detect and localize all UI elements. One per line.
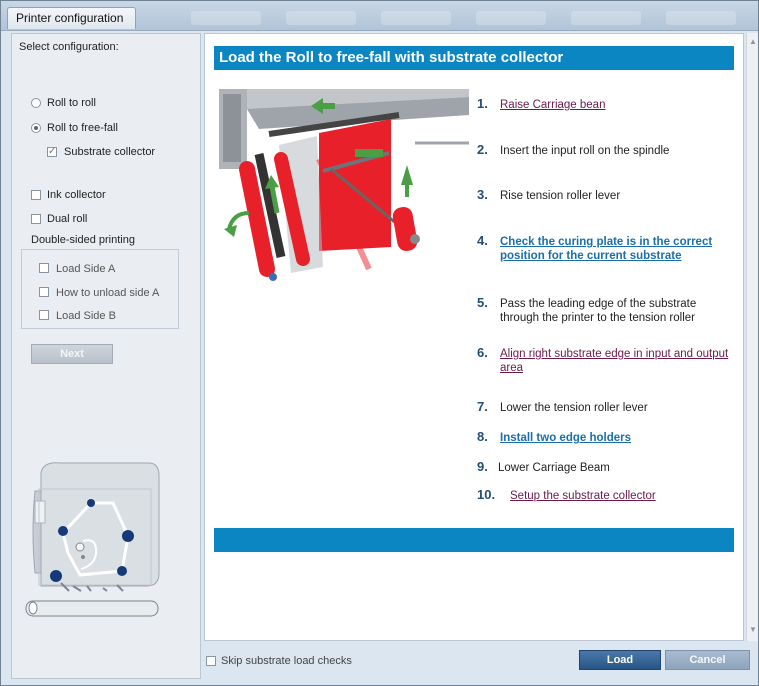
instruction-header: Load the Roll to free-fall with substrat… [214,46,734,70]
step-7-number: 7. [477,399,488,414]
load-side-a-label: Load Side A [56,263,116,275]
window-title: Printer configuration [7,7,137,29]
background-tab [666,11,736,25]
background-tab [381,11,451,25]
step-9-text: Lower Carriage Beam [498,462,610,474]
scroll-up-icon[interactable]: ▲ [749,37,757,46]
background-tab [476,11,546,25]
substrate-collector-checkbox[interactable] [47,147,57,157]
step-10-link[interactable]: Setup the substrate collector [510,489,656,503]
double-sided-printing-label: Double-sided printing [31,234,135,246]
step-1-number: 1. [477,96,488,111]
step-2-text: Insert the input roll on the spindle [500,145,670,157]
roll-loading-photo [219,89,469,283]
background-tab [571,11,641,25]
step-9-number: 9. [477,459,488,474]
roll-to-free-fall-label: Roll to free-fall [47,122,118,134]
step-8-number: 8. [477,429,488,444]
unload-side-a-label: How to unload side A [56,287,160,299]
step-3-number: 3. [477,187,488,202]
ink-collector-checkbox[interactable] [31,190,41,200]
load-side-b-label: Load Side B [56,310,116,322]
cancel-button[interactable]: Cancel [665,650,750,670]
background-tab [191,11,261,25]
ink-collector-label: Ink collector [47,189,106,201]
title-bar: Printer configuration [1,1,758,31]
scroll-down-icon[interactable]: ▼ [749,625,757,634]
step-10-number: 10. [477,487,496,502]
next-button[interactable]: Next [31,344,113,364]
step-4-number: 4. [477,233,488,248]
background-tab [286,11,356,25]
substrate-collector-label: Substrate collector [64,146,156,158]
step-5-number: 5. [477,295,488,310]
vertical-scrollbar[interactable]: ▲ ▼ [746,33,758,641]
load-button[interactable]: Load [579,650,661,670]
step-1-link[interactable]: Raise Carriage bean [500,98,605,112]
unload-side-a-checkbox[interactable] [39,287,49,297]
dual-roll-label: Dual roll [47,213,88,225]
printer-configuration-window: Printer configuration Select configurati… [0,0,759,686]
roll-to-free-fall-radio[interactable] [31,123,41,133]
step-5-text: Pass the leading edge of the substrate t… [500,298,697,324]
skip-load-checks-label: Skip substrate load checks [221,655,352,667]
select-configuration-label: Select configuration: [19,41,119,53]
load-side-a-checkbox[interactable] [39,263,49,273]
printer-schematic-illustration [25,462,160,617]
load-side-b-checkbox[interactable] [39,310,49,320]
roll-to-roll-radio[interactable] [31,98,41,108]
step-2-number: 2. [477,142,488,157]
step-7-text: Lower the tension roller lever [500,402,648,414]
step-3-text: Rise tension roller lever [500,190,621,202]
dual-roll-checkbox[interactable] [31,214,41,224]
instruction-footer-bar [214,528,734,552]
skip-load-checks-checkbox[interactable] [206,656,216,666]
step-6-number: 6. [477,345,488,360]
step-6-link[interactable]: Align right substrate edge in input and … [500,347,730,375]
roll-to-roll-label: Roll to roll [47,97,96,109]
step-4-link[interactable]: Check the curing plate is in the correct… [500,235,730,263]
step-8-link[interactable]: Install two edge holders [500,431,631,445]
